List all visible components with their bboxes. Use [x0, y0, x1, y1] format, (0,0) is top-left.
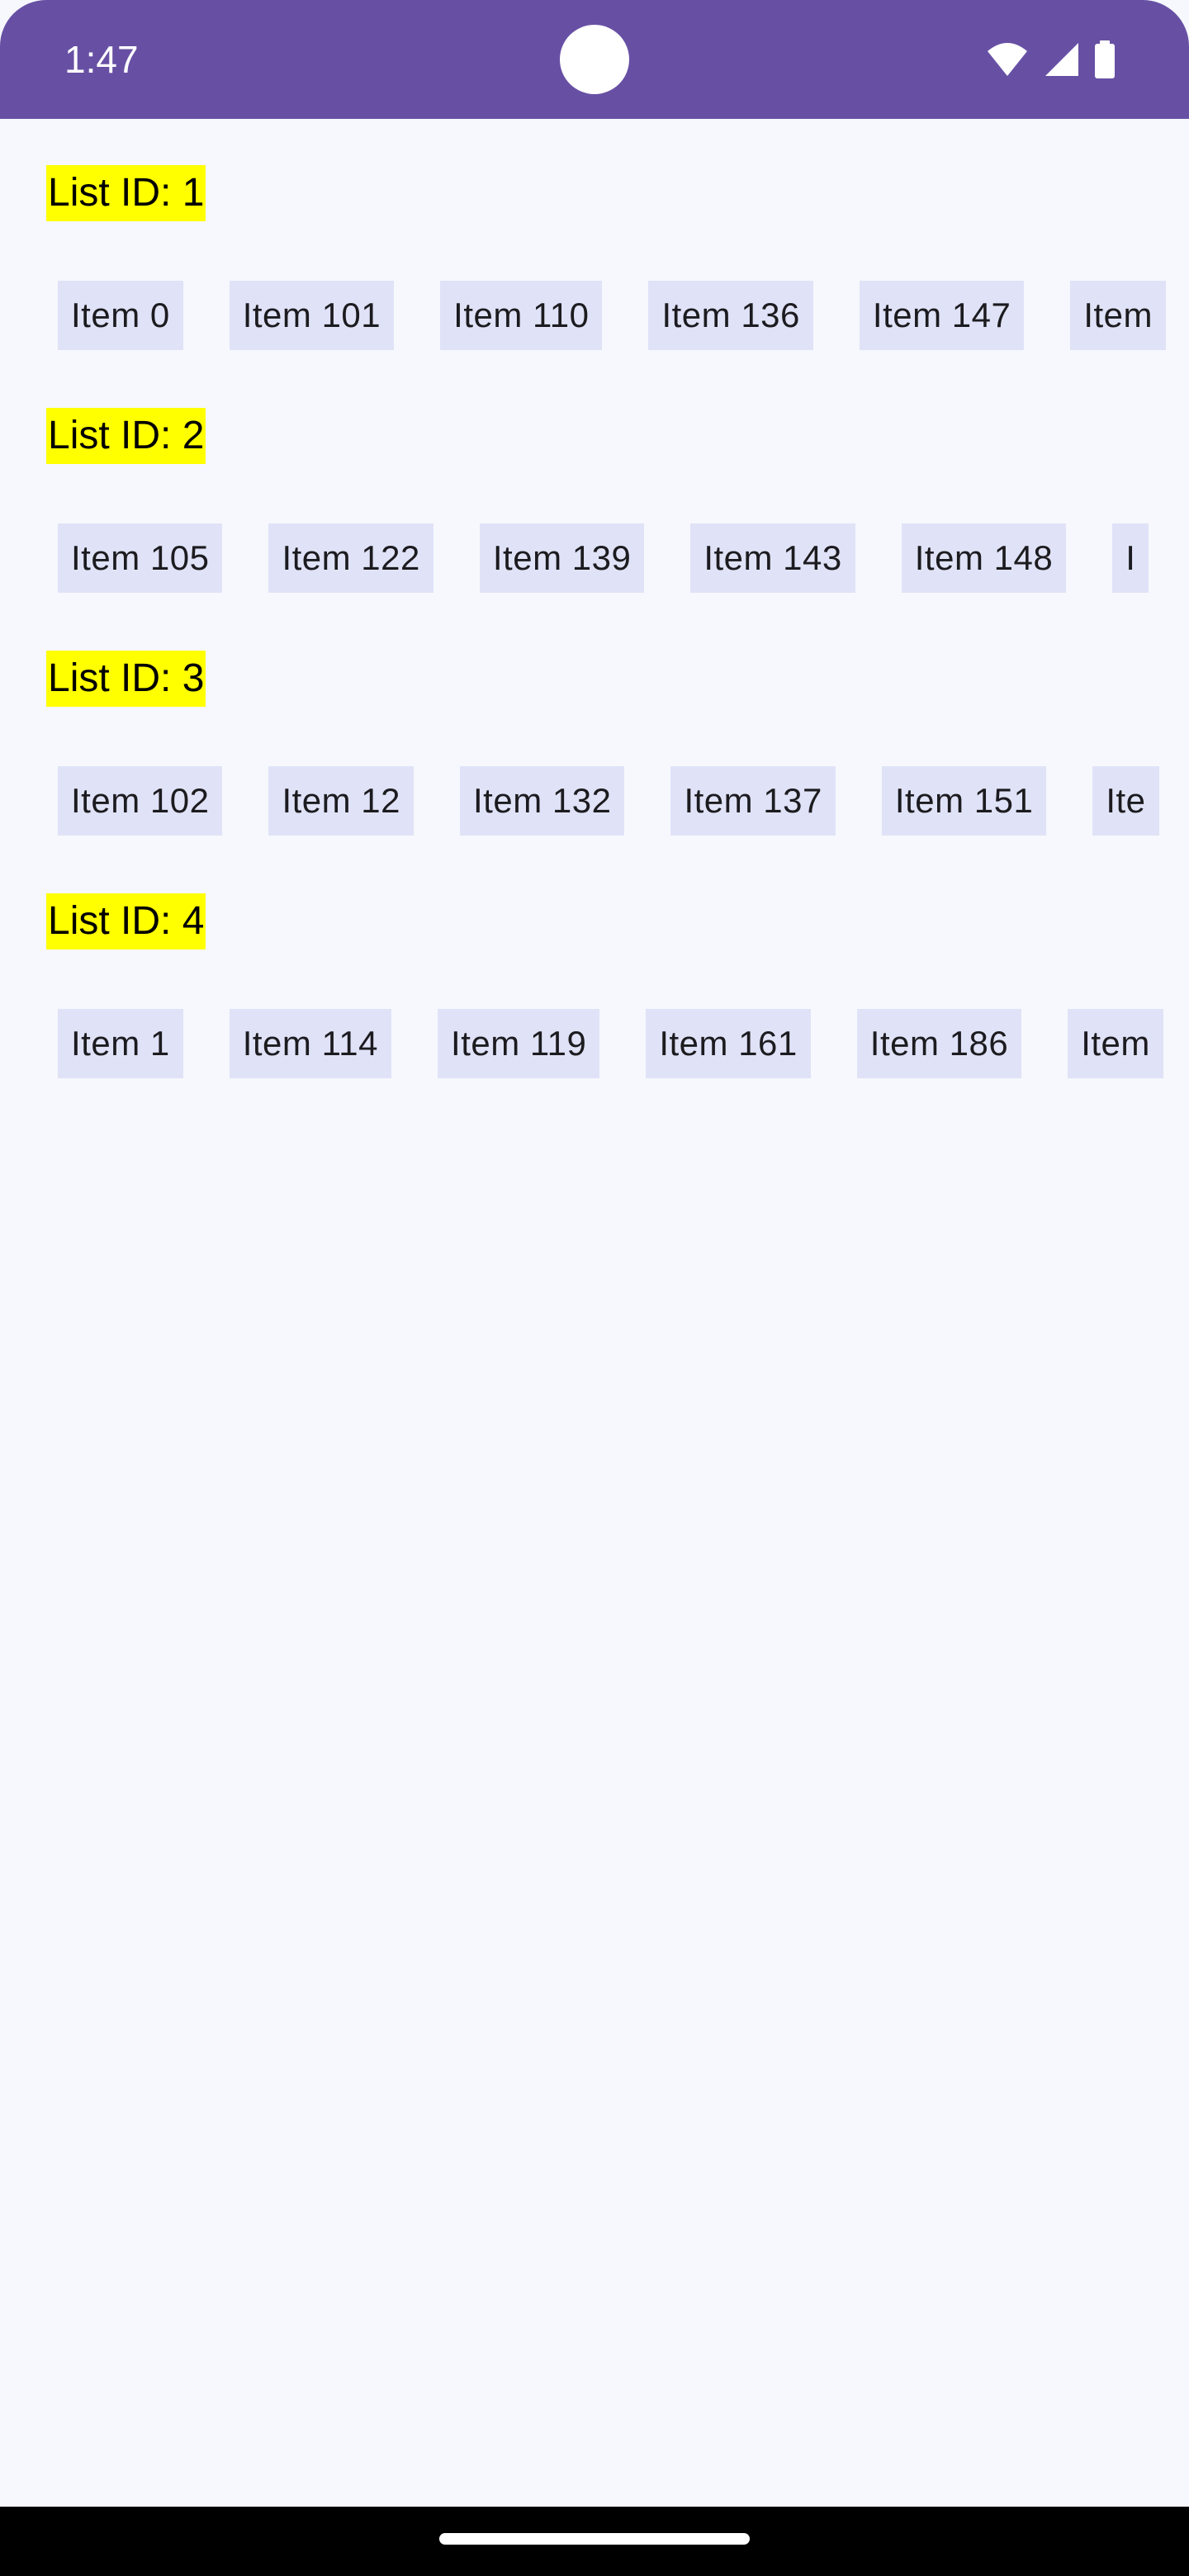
horizontal-item-row[interactable]: Item 105 Item 122 Item 139 Item 143 Item…: [58, 523, 1166, 593]
list-item[interactable]: Item 139: [479, 523, 645, 593]
horizontal-item-row[interactable]: Item 0 Item 101 Item 110 Item 136 Item 1…: [58, 281, 1166, 350]
list-label: List ID: 4: [46, 893, 206, 949]
status-time: 1:47: [64, 38, 139, 81]
home-indicator[interactable]: [439, 2533, 750, 2545]
list-item[interactable]: Item 105: [58, 523, 223, 593]
list-label: List ID: 2: [46, 408, 206, 464]
list-item[interactable]: Item 122: [268, 523, 433, 593]
list-label: List ID: 3: [46, 651, 206, 707]
list-item[interactable]: Item 143: [690, 523, 855, 593]
wifi-icon: [986, 41, 1029, 78]
list-item[interactable]: Item 186: [856, 1009, 1022, 1078]
list-item[interactable]: Item 151: [881, 766, 1047, 836]
list-item[interactable]: Item 148: [901, 523, 1067, 593]
status-icons: [986, 40, 1116, 79]
battery-icon: [1093, 40, 1116, 78]
list-item[interactable]: Item 1: [58, 1009, 183, 1078]
app-screen: 1:47 List ID: 1 Item 0 Item 101 Item 110…: [0, 0, 1189, 2576]
camera-cutout: [560, 25, 629, 94]
list-item[interactable]: Item 114: [229, 1009, 392, 1078]
navigation-bar: [0, 2507, 1189, 2576]
list-item[interactable]: Item 136: [648, 281, 813, 350]
list-item[interactable]: Item 102: [58, 766, 223, 836]
horizontal-item-row[interactable]: Item 1 Item 114 Item 119 Item 161 Item 1…: [58, 1009, 1166, 1078]
list-item[interactable]: Ite: [1092, 766, 1159, 836]
list-item[interactable]: Item 137: [670, 766, 836, 836]
list-item[interactable]: Item: [1070, 281, 1166, 350]
list-label: List ID: 1: [46, 165, 206, 221]
list-item[interactable]: Item: [1068, 1009, 1163, 1078]
status-bar: 1:47: [0, 0, 1189, 119]
signal-icon: [1042, 41, 1080, 78]
horizontal-item-row[interactable]: Item 102 Item 12 Item 132 Item 137 Item …: [58, 766, 1166, 836]
list-item[interactable]: Item 161: [646, 1009, 811, 1078]
list-item[interactable]: Item 119: [438, 1009, 600, 1078]
list-item[interactable]: Item 147: [859, 281, 1025, 350]
list-item[interactable]: Item 132: [460, 766, 625, 836]
list-item[interactable]: Item 101: [229, 281, 395, 350]
list-item[interactable]: I: [1112, 523, 1149, 593]
list-item[interactable]: Item 110: [440, 281, 603, 350]
list-item[interactable]: Item 12: [268, 766, 414, 836]
list-item[interactable]: Item 0: [58, 281, 183, 350]
